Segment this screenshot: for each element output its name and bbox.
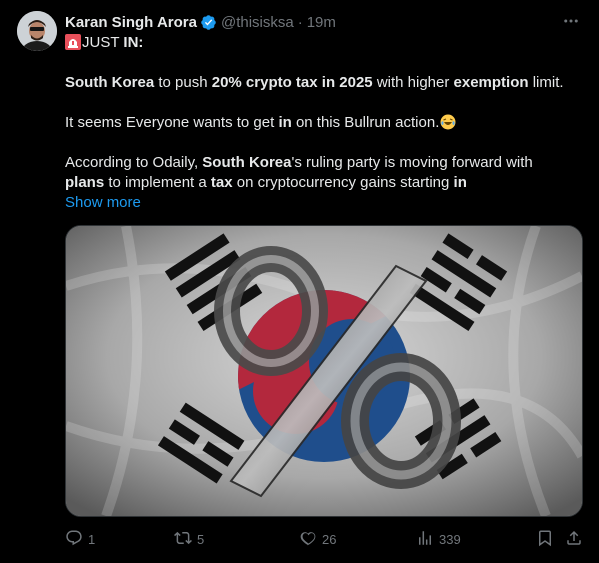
reply-button[interactable]: 1 bbox=[65, 529, 95, 549]
hashtag-south-korea[interactable]: South Korea bbox=[65, 74, 154, 91]
repost-icon bbox=[174, 529, 192, 550]
like-icon bbox=[299, 529, 317, 550]
tweet-timestamp[interactable]: 19m bbox=[307, 14, 336, 31]
like-button[interactable]: 26 bbox=[299, 529, 336, 549]
para2-text-2: on this Bullrun action. bbox=[291, 114, 440, 131]
hashtag-crypto-tax[interactable]: 20% crypto tax in 2025 bbox=[212, 74, 373, 91]
like-count: 26 bbox=[322, 531, 337, 547]
para3-text-2: 's ruling party is moving forward with bbox=[291, 154, 533, 171]
reply-icon bbox=[65, 529, 83, 550]
repost-count: 5 bbox=[197, 531, 205, 547]
views-button[interactable]: 339 bbox=[416, 529, 461, 549]
laughing-emoji-icon bbox=[440, 114, 456, 130]
hashtag-south-korea-2[interactable]: South Korea bbox=[202, 154, 291, 171]
bookmark-button[interactable] bbox=[536, 529, 554, 549]
share-icon bbox=[565, 529, 583, 550]
views-icon bbox=[416, 529, 434, 550]
verified-badge-icon bbox=[200, 14, 217, 31]
header-separator: · bbox=[297, 13, 303, 31]
tweet-header: Karan Singh Arora @thisisksa · 19m bbox=[65, 12, 336, 32]
hashtag-tax[interactable]: tax bbox=[211, 174, 233, 191]
hashtag-in[interactable]: in bbox=[278, 114, 291, 131]
tweet[interactable]: Karan Singh Arora @thisisksa · 19m JUST … bbox=[0, 0, 599, 563]
tweet-media-image[interactable] bbox=[65, 225, 583, 517]
action-bar: 1 5 26 339 bbox=[65, 529, 585, 549]
author-name[interactable]: Karan Singh Arora bbox=[65, 14, 197, 31]
para3-text-4: on cryptocurrency gains starting bbox=[232, 174, 454, 191]
para1-text-2: with higher bbox=[372, 74, 454, 91]
tweet-paragraph-3: According to Odaily, South Korea's rulin… bbox=[65, 153, 583, 193]
share-button[interactable] bbox=[565, 529, 583, 549]
views-count: 339 bbox=[439, 531, 461, 547]
more-icon[interactable] bbox=[561, 12, 581, 30]
tweet-line-headline: JUST IN: bbox=[65, 33, 583, 53]
para1-text-3: limit. bbox=[528, 74, 564, 91]
tweet-paragraph-2: It seems Everyone wants to get in on thi… bbox=[65, 113, 583, 133]
siren-icon bbox=[65, 34, 81, 50]
reply-count: 1 bbox=[88, 531, 96, 547]
author-handle[interactable]: @thisisksa bbox=[221, 14, 294, 31]
bookmark-icon bbox=[536, 529, 554, 550]
headline-strong: IN: bbox=[123, 34, 144, 51]
hashtag-plans[interactable]: plans bbox=[65, 174, 104, 191]
avatar[interactable] bbox=[17, 11, 57, 51]
para3-text-1: According to Odaily, bbox=[65, 154, 203, 171]
repost-button[interactable]: 5 bbox=[174, 529, 204, 549]
para2-text-1: It seems Everyone wants to get bbox=[65, 114, 279, 131]
para3-text-3: to implement a bbox=[104, 174, 211, 191]
hashtag-exemption[interactable]: exemption bbox=[454, 74, 529, 91]
para1-text-1: to push bbox=[154, 74, 212, 91]
tweet-paragraph-1: South Korea to push 20% crypto tax in 20… bbox=[65, 73, 583, 93]
headline-lead: JUST bbox=[82, 34, 124, 51]
show-more-link[interactable]: Show more bbox=[65, 194, 141, 211]
hashtag-in-2[interactable]: in bbox=[454, 174, 467, 191]
tweet-text: JUST IN: South Korea to push 20% crypto … bbox=[65, 33, 583, 213]
